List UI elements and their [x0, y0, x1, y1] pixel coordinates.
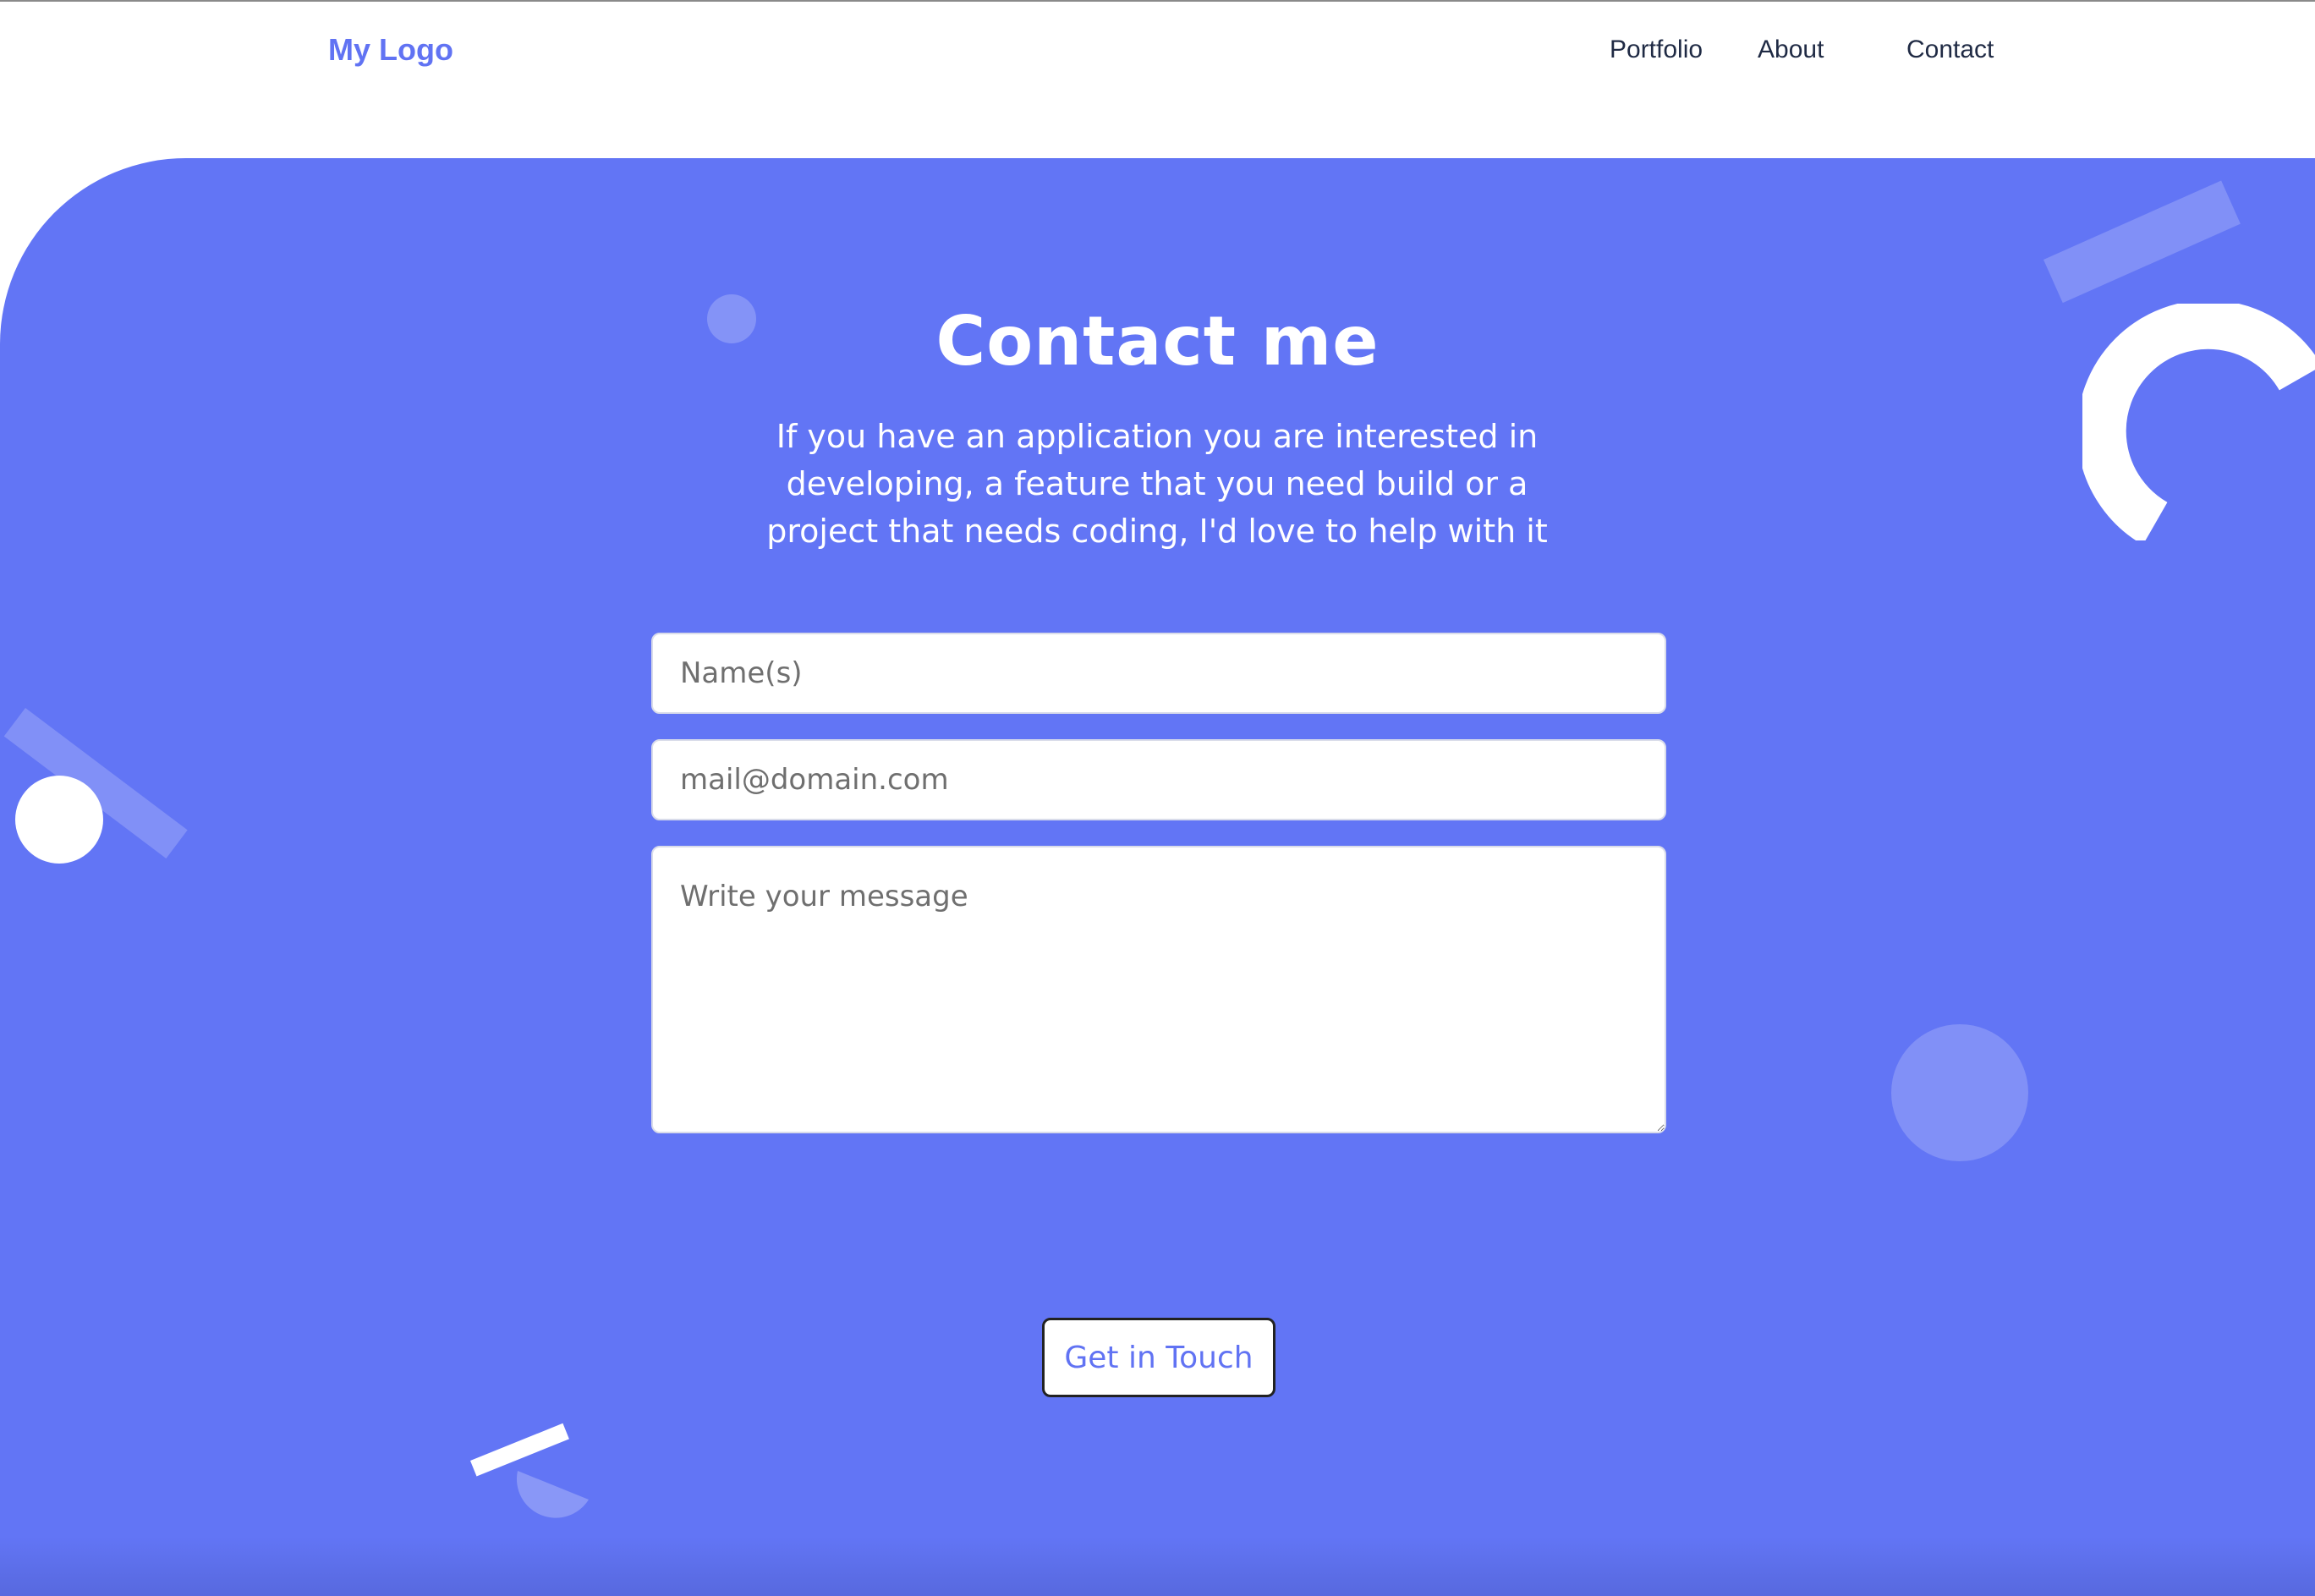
decorative-half-circle-bottom-left	[516, 1471, 589, 1518]
site-logo[interactable]: My Logo	[328, 32, 453, 68]
decorative-circle-left	[15, 776, 103, 864]
site-header: My Logo Portfolio About Contact	[0, 0, 2315, 158]
email-input[interactable]	[651, 739, 1666, 820]
nav-link-contact[interactable]: Contact	[1906, 36, 1994, 64]
page-subtitle: If you have an application you are inter…	[766, 418, 1548, 550]
name-input[interactable]	[651, 633, 1666, 714]
message-textarea[interactable]	[651, 846, 1666, 1133]
section-bottom-shadow	[0, 1537, 2315, 1596]
decorative-bar-top-right	[2043, 180, 2241, 304]
contact-page: My Logo Portfolio About Contact Contact …	[0, 0, 2315, 1596]
decorative-circle-right	[1891, 1024, 2028, 1161]
page-title: Contact me	[935, 302, 1380, 381]
nav-link-portfolio[interactable]: Portfolio	[1610, 36, 1703, 64]
nav-link-about[interactable]: About	[1758, 36, 1824, 64]
get-in-touch-button[interactable]: Get in Touch	[1042, 1318, 1275, 1397]
